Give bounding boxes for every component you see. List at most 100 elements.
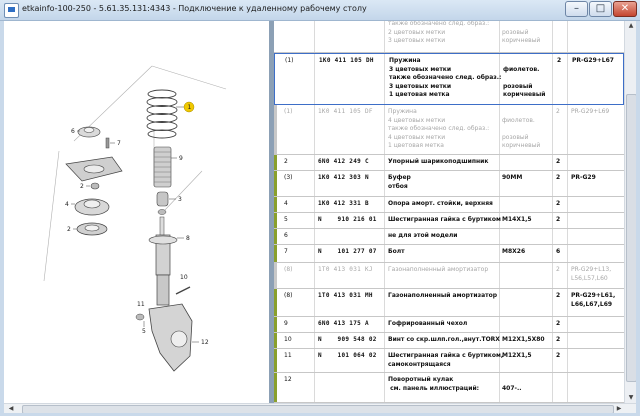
cell-qty: 2 [557,57,562,64]
table-row[interactable]: (1) 1K0 411 105 DF Пружина 4 цветовых метк… [274,105,624,155]
table-row[interactable]: (1) 1K0 411 105 DH Пружина 3 цветовых метк… [274,53,624,105]
cell-qty: 6 [556,248,561,255]
table-row[interactable]: 9 6N0 413 175 A Гофрированный чехол 2 [274,317,624,333]
cell-note: 407-.. [502,384,522,392]
cell-qty: 2 [556,320,561,327]
cell-qty: 2 [556,292,561,299]
window-title: etkainfo-100-250 - 5.61.35.131:4343 - По… [22,4,367,13]
table-row[interactable]: (8) 1T0 413 031 MH Газонаполненный амортиз… [274,289,624,317]
cell-partno: N 101 277 07 [318,248,377,255]
cell-note: M12X1,5X80 [502,336,545,343]
horizontal-scroll-thumb[interactable] [22,405,614,413]
cell-note: M14X1,5 [502,216,532,223]
close-button[interactable]: ✕ [613,1,637,17]
cell-partno: N 909 548 02 [318,336,377,343]
cell-partno: 1T0 413 031 MH [318,292,373,299]
row-status-bar [274,373,277,402]
cell-pos: 6 [284,232,288,239]
vertical-scroll-thumb[interactable] [626,94,636,382]
cell-note: 90MM [502,174,523,181]
callout-4[interactable]: 4 [65,201,69,208]
table-row[interactable]: 6 не для этой модели [274,229,624,245]
cell-pos: (3) [284,174,293,181]
suspension-strut-diagram: 1 6 7 9 2 3 4 2 8 10 11 12 5 [43,65,227,372]
callout-7[interactable]: 7 [117,140,121,147]
callout-8[interactable]: 8 [186,235,190,242]
title-bar: etkainfo-100-250 - 5.61.35.131:4343 - По… [0,0,640,21]
scroll-up-arrow-icon[interactable]: ▲ [625,21,636,31]
callout-1[interactable]: 1 [188,104,192,111]
cell-note: розовый коричневый [502,28,541,45]
callout-12[interactable]: 12 [201,339,209,346]
cell-desc: Опора аморт. стойки, верхняя [388,200,493,207]
cell-note: фиолетов. розовый коричневый [502,116,541,150]
cell-pos: 10 [284,336,292,343]
cell-desc: Пружина 3 цветовых метки также обозначен… [389,57,502,99]
table-row[interactable]: 2 6N0 412 249 C Упорный шарикоподшипник 2 [274,155,624,171]
callout-3[interactable]: 3 [178,196,182,203]
row-status-bar [274,229,277,244]
table-row[interactable]: 7 N 101 277 07 Болт M8X26 6 [274,245,624,263]
row-status-bar [274,349,277,372]
cell-desc: Пружина 4 цветовых метки также обозначен… [388,108,490,150]
horizontal-scrollbar[interactable]: ◀ ▶ [4,403,636,413]
cell-partno: 6N0 412 249 C [318,158,369,165]
cell-desc: Газонаполненный амортизатор [388,292,498,299]
cell-qty: 2 [556,336,561,343]
table-row[interactable]: также обозначено след. образ.: 2 цветовы… [274,21,624,53]
cell-desc: Упорный шарикоподшипник [388,158,489,165]
minimize-button[interactable]: – [565,1,588,17]
cell-desc: Поворотный кулак см. панель иллюстраций: [388,376,480,392]
cell-desc: Газонаполненный амортизатор [388,266,489,273]
table-row[interactable]: 10 N 909 548 02 Винт со скр.шлп.гол.,внут.… [274,333,624,349]
cell-pos: 5 [284,216,288,223]
vertical-scrollbar[interactable]: ▲ ▼ [624,21,636,403]
cell-partno: 1K0 412 303 N [318,174,369,181]
cell-qty: 2 [556,216,561,223]
scroll-right-arrow-icon[interactable]: ▶ [614,404,624,413]
maximize-button[interactable]: □ [589,1,612,17]
cell-note: M12X1,5 [502,352,532,359]
cell-partno: 1K0 411 105 DF [318,108,373,115]
cell-pos: (1) [284,108,293,115]
scroll-down-arrow-icon[interactable]: ▼ [625,393,636,403]
row-status-bar [274,263,277,288]
scroll-left-arrow-icon[interactable]: ◀ [6,404,16,413]
cell-partno: 1K0 411 105 DH [319,57,374,64]
table-row[interactable]: 11 N 101 064 02 Шестигранная гайка с бурти… [274,349,624,373]
cell-mod: PR-G29 [571,174,596,181]
callout-2a[interactable]: 2 [80,183,84,190]
cell-partno: N 910 216 01 [318,216,377,223]
table-row[interactable]: 5 N 910 216 01 Шестигранная гайка с буртик… [274,213,624,229]
row-status-bar [274,213,277,228]
cell-partno: 6N0 413 175 A [318,320,369,327]
parts-table: также обозначено след. образ.: 2 цветовы… [274,21,624,403]
cell-qty: 2 [556,352,561,359]
callout-5[interactable]: 5 [142,328,146,335]
callout-11[interactable]: 11 [137,301,145,308]
callout-10[interactable]: 10 [180,274,188,281]
remote-desktop-icon [4,3,19,18]
row-status-bar [274,289,277,316]
cell-mod: PR-G29+L13, L56,L57,L60 [571,266,612,282]
table-row[interactable]: 4 1K0 412 331 B Опора аморт. стойки, верхн… [274,197,624,213]
table-row[interactable]: 12 Поворотный кулак см. панель иллюстраци… [274,373,624,403]
callout-6[interactable]: 6 [71,128,75,135]
row-status-bar [274,197,277,212]
cell-pos: 11 [284,352,292,359]
cell-desc: Шестигранная гайка с буртиком, самоконтр… [388,352,504,368]
cell-note: фиолетов. розовый коричневый [503,65,546,99]
remote-desktop-client: 1 6 7 9 2 3 4 2 8 10 11 12 5 также обозн… [4,21,636,413]
cell-pos: 4 [284,200,288,207]
row-status-bar [274,317,277,332]
cell-qty: 2 [556,158,561,165]
table-row[interactable]: (8) 1T0 413 031 KJ Газонаполненный амортиз… [274,263,624,289]
callout-2b[interactable]: 2 [67,226,71,233]
callout-9[interactable]: 9 [179,155,183,162]
cell-mod: PR-G29+L69 [571,108,610,115]
cell-desc: Винт со скр.шлп.гол.,внут.TORX [388,336,500,343]
cell-partno: N 101 064 02 [318,352,377,359]
table-row[interactable]: (3) 1K0 412 303 N Буфер отбоя 90MM 2 PR-G29 [274,171,624,197]
cell-pos: 2 [284,158,288,165]
cell-desc: также обозначено след. образ.: 2 цветовы… [388,21,490,45]
